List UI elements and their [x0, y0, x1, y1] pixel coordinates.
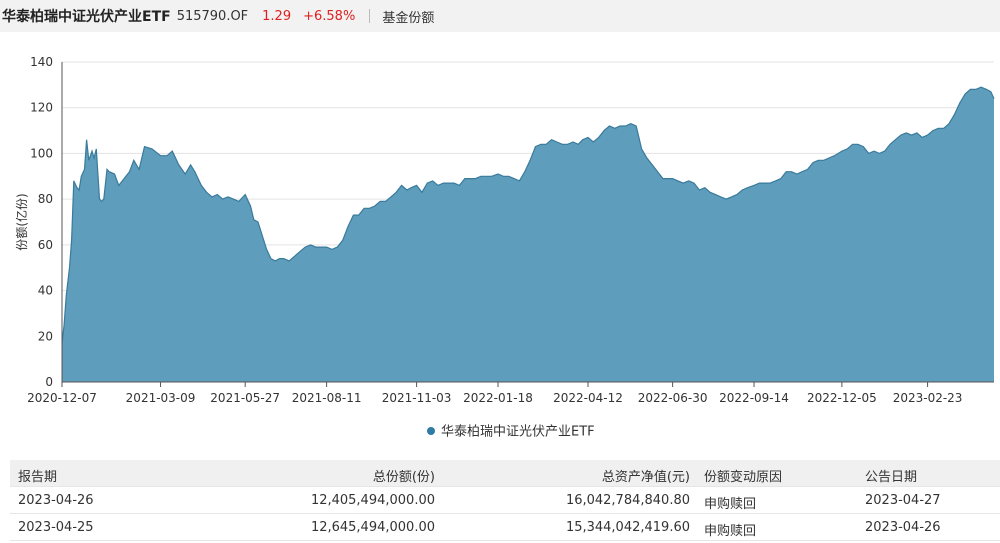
cell-net-assets: 15,344,042,419.60 [565, 520, 690, 535]
cell-net-assets: 16,042,784,840.80 [565, 493, 690, 508]
x-tick-label: 2022-01-18 [463, 391, 533, 405]
legend-marker-icon [427, 427, 435, 435]
cell-total-shares: 12,405,494,000.00 [310, 493, 435, 508]
x-tick-label: 2021-05-27 [210, 391, 280, 405]
area-series[interactable] [61, 86, 995, 382]
cell-announce-date: 2023-04-27 [865, 493, 941, 508]
x-tick-label: 2022-04-12 [553, 391, 623, 405]
share-change-table: 报告期 总份额(份) 总资产净值(元) 份额变动原因 公告日期 2023-04-… [10, 460, 1000, 541]
x-tick-label: 2022-09-14 [719, 391, 789, 405]
x-tick-label: 2022-12-05 [807, 391, 877, 405]
fund-share-chart: 020406080100120140 2020-12-07 2021-03-09 2… [14, 55, 995, 440]
x-tick-label: 2020-12-07 [27, 391, 97, 405]
fund-header: 华泰柏瑞中证光伏产业ETF 515790.OF 1.29 +6.58% 基金份额 [0, 0, 1000, 32]
cell-change-reason: 申购赎回 [704, 524, 757, 539]
y-tick-label: 0 [45, 375, 53, 389]
table-row[interactable]: 2023-04-26 12,405,494,000.00 16,042,784,… [10, 487, 1000, 514]
fund-code: 515790.OF [176, 8, 249, 24]
series-area-fill [62, 87, 994, 382]
legend-label: 华泰柏瑞中证光伏产业ETF [441, 425, 595, 440]
header-divider [369, 9, 371, 23]
table-header-row: 报告期 总份额(份) 总资产净值(元) 份额变动原因 公告日期 [10, 460, 1000, 487]
header-change-reason[interactable]: 份额变动原因 [704, 466, 782, 485]
y-tick-label: 60 [38, 238, 53, 252]
fund-price: 1.29 [262, 8, 292, 24]
header-announce-date[interactable]: 公告日期 [865, 466, 917, 485]
y-tick-labels: 0 20 40 60 80 100 120 140 [30, 55, 53, 389]
chart-title: 基金份额 [382, 10, 435, 26]
cell-announce-date: 2023-04-26 [865, 520, 941, 535]
y-axis-label: 份额(亿份) [14, 193, 29, 250]
header-net-assets[interactable]: 总资产净值(元) [602, 466, 690, 485]
cell-total-shares: 12,645,494,000.00 [310, 520, 435, 535]
x-tick-labels: 2020-12-07 2021-03-09 2021-05-27 2021-08-11… [27, 391, 962, 405]
x-tick-label: 2021-08-11 [292, 391, 362, 405]
cell-change-reason: 申购赎回 [704, 497, 757, 512]
x-tick-label: 2023-02-23 [893, 391, 963, 405]
cell-report-date: 2023-04-26 [18, 493, 94, 508]
x-tick-label: 2021-03-09 [126, 391, 196, 405]
y-tick-label: 20 [38, 329, 53, 343]
x-tick-label: 2021-11-03 [382, 391, 452, 405]
header-report-date[interactable]: 报告期 [18, 466, 57, 485]
legend[interactable]: 华泰柏瑞中证光伏产业ETF [427, 425, 595, 440]
x-tick-label: 2022-06-30 [638, 391, 708, 405]
table-row[interactable]: 2023-04-25 12,645,494,000.00 15,344,042,… [10, 514, 1000, 541]
y-tick-label: 100 [30, 146, 53, 160]
fund-change: +6.58% [303, 8, 356, 24]
y-tick-label: 120 [30, 101, 53, 115]
fund-name[interactable]: 华泰柏瑞中证光伏产业ETF [2, 6, 171, 26]
y-tick-label: 80 [38, 192, 53, 206]
y-tick-label: 140 [30, 55, 53, 69]
y-tick-label: 40 [38, 284, 53, 298]
cell-report-date: 2023-04-25 [18, 520, 94, 535]
header-total-shares[interactable]: 总份额(份) [373, 466, 435, 485]
